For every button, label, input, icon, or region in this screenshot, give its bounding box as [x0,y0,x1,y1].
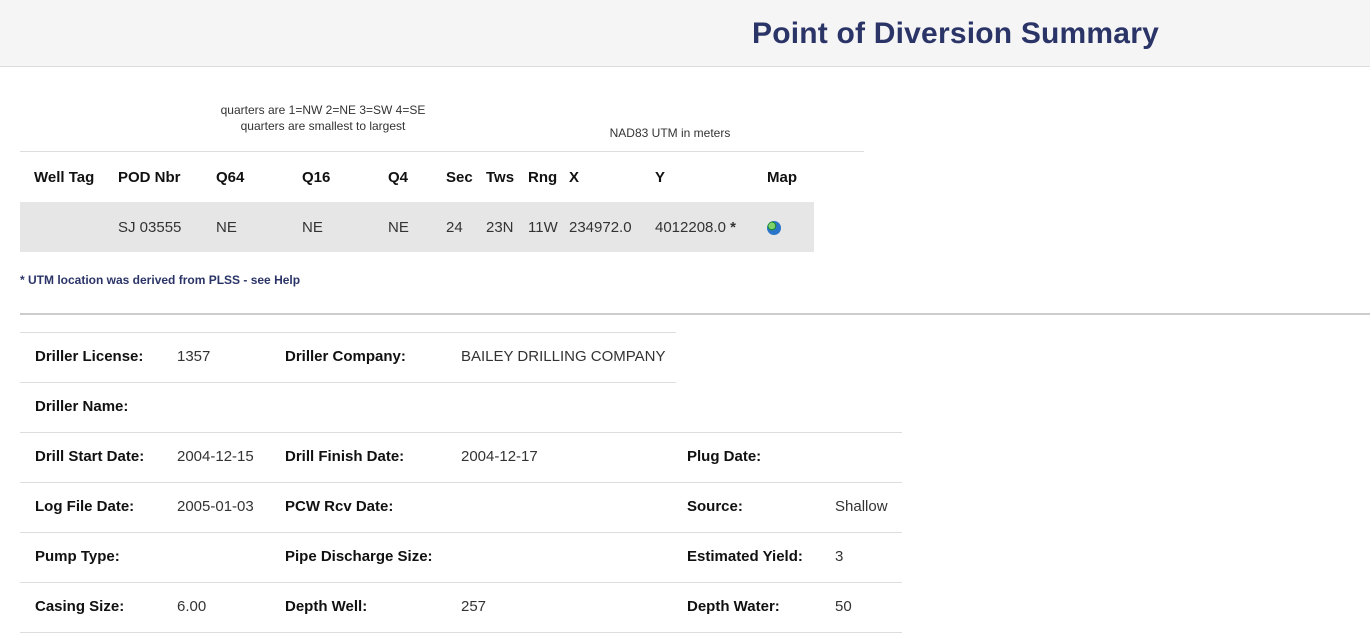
cell-q16: NE [302,202,388,252]
driller-company-value: BAILEY DRILLING COMPANY [461,348,666,365]
drill-finish-date-label: Drill Finish Date: [285,448,405,465]
header-y: Y [655,168,666,186]
pcw-rcv-date-label: PCW Rcv Date: [285,498,394,515]
source-value: Shallow [835,498,888,515]
pod-table-header-row: Well Tag POD Nbr Q64 Q16 Q4 Sec Tws Rng … [20,152,814,202]
details-row-divider [20,432,902,433]
depth-well-value: 257 [461,598,487,615]
cell-sec: 24 [446,202,486,252]
cell-y-value: 4012208.0 [655,218,726,236]
cell-q64: NE [216,202,302,252]
header-q16: Q16 [302,168,331,186]
header-rng: Rng [528,168,558,186]
cell-well-tag [20,202,118,252]
header-tws: Tws [486,168,515,186]
pod-table: Well Tag POD Nbr Q64 Q16 Q4 Sec Tws Rng … [20,152,814,252]
header-well-tag: Well Tag [34,168,95,186]
driller-company-label: Driller Company: [285,348,406,365]
cell-y: 4012208.0 * [655,202,767,252]
table-row: SJ 03555 NE NE NE 24 23N 11W 234972.0 40… [20,202,814,252]
quarters-note-line1: quarters are 1=NW 2=NE 3=SW 4=SE [220,103,426,117]
details-row-divider [20,332,676,333]
cell-q4: NE [388,202,446,252]
utm-footnote[interactable]: * UTM location was derived from PLSS - s… [20,273,300,287]
plug-date-label: Plug Date: [687,448,762,465]
header-map: Map [767,168,797,186]
page-header: Point of Diversion Summary [0,0,1370,67]
driller-license-label: Driller License: [35,348,144,365]
plss-derived-flag: * [730,218,736,236]
details-row-divider [20,532,902,533]
pipe-discharge-size-label: Pipe Discharge Size: [285,548,433,565]
quarters-note: quarters are 1=NW 2=NE 3=SW 4=SE quarter… [210,102,436,134]
cell-map [767,202,814,252]
cell-x: 234972.0 [569,202,655,252]
header-x: X [569,168,580,186]
drill-start-date-label: Drill Start Date: [35,448,145,465]
drill-finish-date-value: 2004-12-17 [461,448,538,465]
estimated-yield-label: Estimated Yield: [687,548,803,565]
quarters-note-line2: quarters are smallest to largest [240,119,406,133]
header-q64: Q64 [216,168,245,186]
utm-units-note: NAD83 UTM in meters [609,126,731,140]
globe-icon[interactable] [767,220,781,235]
driller-name-label: Driller Name: [35,398,129,415]
page-title: Point of Diversion Summary [752,17,1159,50]
section-divider [20,313,1370,315]
source-label: Source: [687,498,743,515]
depth-well-label: Depth Well: [285,598,368,615]
cell-tws: 23N [486,202,528,252]
casing-size-label: Casing Size: [35,598,125,615]
cell-pod-nbr: SJ 03555 [118,202,216,252]
details-row-divider [20,582,902,583]
depth-water-label: Depth Water: [687,598,780,615]
driller-license-value: 1357 [177,348,211,365]
log-file-date-value: 2005-01-03 [177,498,254,515]
estimated-yield-value: 3 [835,548,844,565]
drill-start-date-value: 2004-12-15 [177,448,254,465]
header-pod-nbr: POD Nbr [118,168,181,186]
casing-size-value: 6.00 [177,598,207,615]
pump-type-label: Pump Type: [35,548,120,565]
depth-water-value: 50 [835,598,852,615]
cell-rng: 11W [528,202,569,252]
details-row-divider [20,382,676,383]
header-sec: Sec [446,168,473,186]
log-file-date-label: Log File Date: [35,498,135,515]
header-q4: Q4 [388,168,409,186]
details-row-divider [20,482,902,483]
